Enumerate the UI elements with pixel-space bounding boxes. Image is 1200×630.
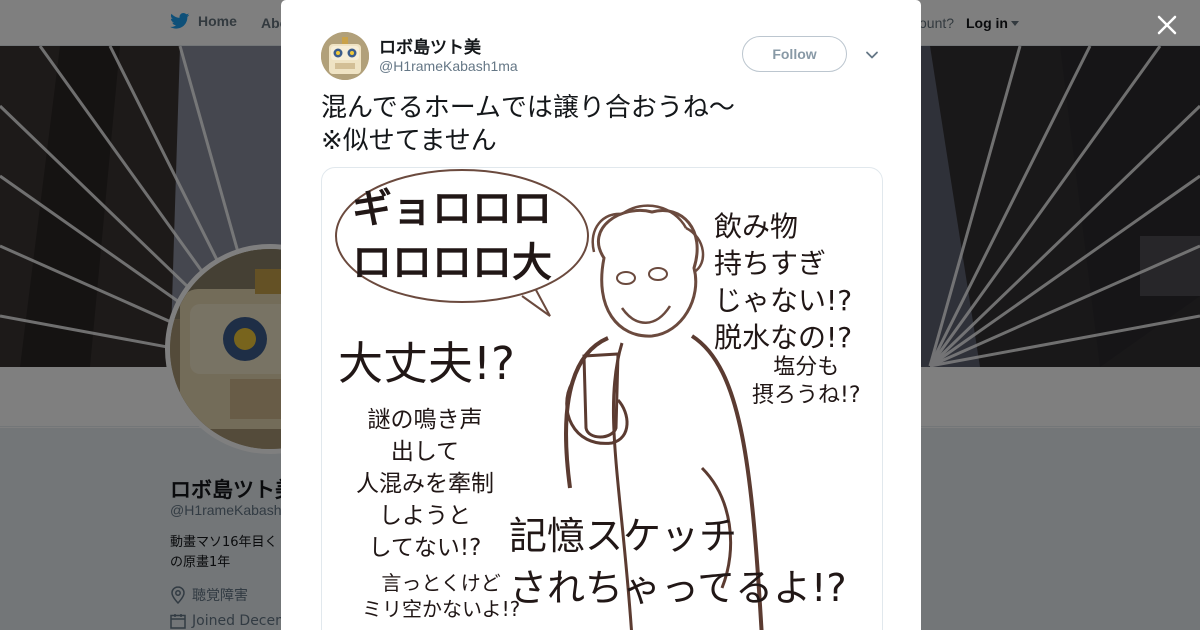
caption-drinks: 飲み物 持ちすぎ じゃない!? 脱水なの!?	[714, 208, 852, 356]
tweet-media-image[interactable]: ギョロロロ ロロロロ大 飲み物 持ちすぎ じゃない!? 脱水なの!? 塩分も 摂…	[321, 167, 883, 630]
caption-space: 言っとくけど ミリ空かないよ!?	[362, 570, 520, 622]
caption-line: しようと	[379, 503, 471, 529]
caption-sketch: 記憶スケッチ されちゃってるよ!?	[509, 510, 847, 614]
close-modal-button[interactable]	[1150, 8, 1183, 41]
caption-line: してない!?	[368, 535, 482, 561]
caption-noise: 謎の鳴き声 出して 人混みを牽制 しようと してない!?	[356, 404, 494, 564]
tweet-more-menu[interactable]	[864, 47, 880, 63]
tweet-text: 混んでるホームでは譲り合おうね〜 ※似せてません	[321, 92, 735, 158]
chevron-down-icon	[866, 51, 878, 59]
caption-line: 塩分も	[773, 355, 840, 380]
caption-line: 出して	[390, 439, 460, 465]
caption-line: されちゃってるよ!?	[509, 566, 847, 610]
caption-line: 持ちすぎ	[714, 247, 827, 280]
follow-button[interactable]: Follow	[742, 36, 847, 72]
bubble-text-line: ギョロロロ	[352, 186, 552, 232]
caption-line: 摂ろうね!?	[752, 383, 861, 408]
tweet-author-handle[interactable]: @H1rameKabash1ma	[379, 58, 518, 74]
tweet-author-avatar[interactable]	[321, 32, 369, 80]
bubble-text-line: ロロロロ大	[352, 240, 552, 286]
bubble-text: ギョロロロ ロロロロ大	[352, 182, 552, 290]
caption-line: 謎の鳴き声	[367, 407, 483, 433]
caption-line: 飲み物	[714, 210, 799, 243]
caption-line: じゃない!?	[714, 284, 853, 317]
caption-line: 脱水なの!?	[714, 321, 853, 354]
caption-line: 人混みを牽制	[356, 471, 494, 497]
caption-line: ミリ空かないよ!?	[362, 597, 521, 621]
tweet-author-name[interactable]: ロボ島ツト美	[379, 33, 481, 58]
caption-line: 記憶スケッチ	[509, 514, 738, 558]
tweet-modal: ロボ島ツト美 @H1rameKabash1ma Follow 混んでるホームでは…	[281, 0, 921, 630]
tweet-text-line: 混んでるホームでは譲り合おうね〜	[321, 93, 735, 123]
caption-salt: 塩分も 摂ろうね!?	[752, 354, 861, 410]
caption-line: 言っとくけど	[381, 571, 501, 595]
close-icon	[1157, 15, 1176, 34]
person-head	[596, 209, 699, 338]
caption-daijoubu: 大丈夫!?	[338, 337, 515, 390]
tweet-text-line: ※似せてません	[321, 126, 497, 156]
